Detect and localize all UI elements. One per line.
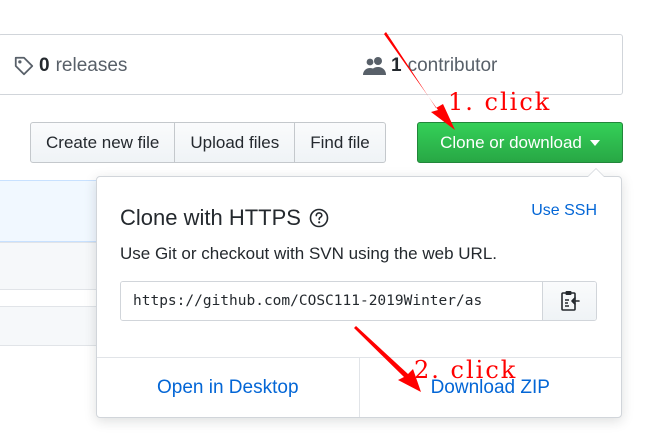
step-1-annotation: 1. click	[448, 88, 552, 116]
step-2-annotation: 2. click	[414, 356, 518, 384]
file-row	[0, 242, 98, 290]
clone-title-text: Clone with HTTPS	[120, 205, 301, 230]
clone-footer: Open in Desktop Download ZIP	[97, 357, 621, 417]
question-icon[interactable]	[309, 208, 329, 228]
upload-files-button[interactable]: Upload files	[174, 122, 296, 163]
clone-dropdown: Clone with HTTPS Use SSH Use Git or chec…	[96, 168, 622, 418]
caret-down-icon	[589, 139, 600, 146]
releases-stat[interactable]: 0 releases	[13, 35, 127, 96]
clone-or-download-label: Clone or download	[440, 132, 582, 152]
clone-url-input[interactable]	[121, 282, 542, 320]
clone-description: Use Git or checkout with SVN using the w…	[120, 244, 497, 263]
releases-count: 0	[39, 54, 50, 76]
clipboard-icon	[560, 291, 580, 311]
open-in-desktop-link[interactable]: Open in Desktop	[97, 358, 359, 417]
file-row	[0, 180, 98, 242]
tag-icon	[14, 56, 34, 75]
use-ssh-link[interactable]: Use SSH	[531, 202, 597, 220]
clone-url-group	[120, 281, 597, 321]
clone-or-download-button[interactable]: Clone or download	[417, 122, 623, 163]
people-icon	[363, 56, 386, 75]
create-new-file-button[interactable]: Create new file	[30, 122, 176, 163]
contributors-label: contributor	[407, 54, 498, 76]
find-file-button[interactable]: Find file	[294, 122, 386, 163]
copy-to-clipboard-button[interactable]	[542, 282, 596, 320]
file-row	[0, 306, 98, 346]
contributors-stat[interactable]: 1 contributor	[363, 35, 497, 96]
file-actions: Create new file Upload files Find file	[30, 122, 386, 163]
clone-title: Clone with HTTPS	[120, 205, 329, 231]
repo-stats-bar: 0 releases 1 contributor	[0, 34, 623, 95]
releases-label: releases	[55, 54, 128, 76]
contributors-count: 1	[391, 54, 402, 76]
